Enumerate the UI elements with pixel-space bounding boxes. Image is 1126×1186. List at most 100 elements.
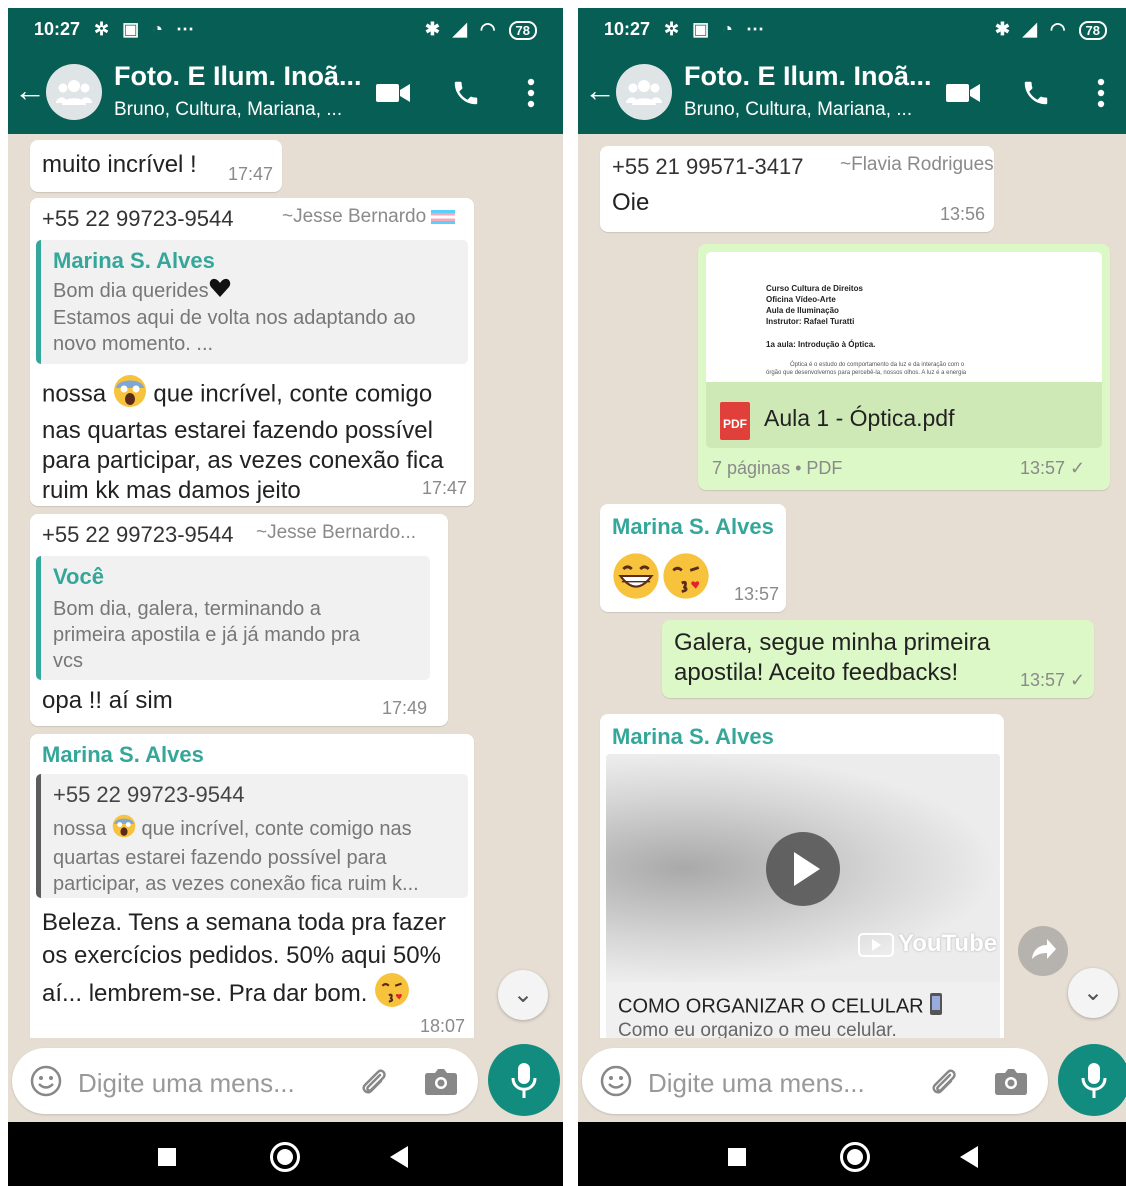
- message-list[interactable]: muito incrível ! 17:47 +55 22 99723-9544…: [8, 134, 563, 1038]
- pdf-preview-line: Aula de Iluminação: [766, 306, 839, 315]
- phone-icon[interactable]: [1021, 78, 1051, 113]
- message-line: apostila! Aceito feedbacks!: [674, 659, 959, 686]
- pdf-preview[interactable]: Curso Cultura de Direitos Oficina Vídeo-…: [706, 252, 1102, 382]
- message-bubble[interactable]: +55 22 99723-9544 ~Jesse Bernardo Marina…: [30, 198, 474, 506]
- home-icon[interactable]: [270, 1142, 300, 1172]
- message-text: Beleza. Tens a semana toda pra fazer os …: [42, 906, 446, 1017]
- message-bubble[interactable]: +55 21 99571-3417 ~Flavia Rodrigues Oie …: [600, 146, 994, 232]
- message-bubble-outgoing[interactable]: Curso Cultura de Direitos Oficina Vídeo-…: [698, 244, 1110, 490]
- pdf-meta: 7 páginas • PDF: [712, 458, 843, 478]
- youtube-logo-icon: [858, 932, 894, 957]
- quote-text: Bom dia querides Estamos aqui de volta n…: [53, 278, 415, 357]
- sender-phone: +55 22 99723-9544: [42, 206, 234, 231]
- android-nav-bar: [8, 1122, 563, 1186]
- pdf-preview-line: Curso Cultura de Direitos: [766, 284, 863, 293]
- chat-participants[interactable]: Bruno, Cultura, Mariana, ...: [684, 99, 912, 121]
- message-bubble[interactable]: Marina S. Alves 13:57: [600, 504, 786, 612]
- message-list[interactable]: +55 21 99571-3417 ~Flavia Rodrigues Oie …: [578, 134, 1126, 1038]
- back-arrow-icon[interactable]: ←: [14, 74, 46, 106]
- back-arrow-icon[interactable]: ←: [584, 74, 616, 106]
- message-bubble[interactable]: Marina S. Alves +55 22 99723-9544 nossa …: [30, 734, 474, 1038]
- chat-participants[interactable]: Bruno, Cultura, Mariana, ...: [114, 99, 342, 121]
- status-time: 10:27: [604, 19, 651, 39]
- composer: Digite uma mens...: [8, 1038, 563, 1122]
- camera-icon[interactable]: [424, 1066, 458, 1101]
- message-time: 18:07: [420, 1016, 466, 1036]
- emoji-icon[interactable]: [30, 1065, 62, 1102]
- message-author: Marina S. Alves: [612, 514, 774, 539]
- mic-icon[interactable]: [1058, 1044, 1126, 1116]
- attach-icon[interactable]: [356, 1065, 390, 1104]
- more-options-icon[interactable]: [526, 78, 536, 113]
- recent-apps-icon[interactable]: [158, 1148, 176, 1166]
- group-avatar-icon[interactable]: [616, 64, 672, 120]
- youtube-link-preview[interactable]: YouTube COMO ORGANIZAR O CELULAR Como eu…: [606, 754, 1000, 1038]
- message-time: 13:57: [734, 584, 780, 604]
- status-bar: 10:27 ✲ ▣ ◔ ⋯ ✱ ◢ ◠ 78: [578, 8, 1126, 52]
- group-avatar-icon[interactable]: [46, 64, 102, 120]
- mic-icon[interactable]: [488, 1044, 560, 1116]
- pdf-preview-line: Oficina Vídeo-Arte: [766, 295, 836, 304]
- pdf-attachment[interactable]: Curso Cultura de Direitos Oficina Vídeo-…: [706, 252, 1102, 448]
- black-heart-icon: [209, 278, 231, 305]
- quote-line: novo momento. ...: [53, 333, 214, 356]
- recent-apps-icon[interactable]: [728, 1148, 746, 1166]
- nav-back-icon[interactable]: [960, 1146, 978, 1168]
- pdf-preview-line: 1a aula: Introdução à Óptica.: [766, 340, 876, 349]
- message-bubble[interactable]: Marina S. Alves YouTube COMO ORGANIZAR O…: [600, 714, 1004, 1038]
- video-call-icon[interactable]: [376, 82, 410, 109]
- battery-icon: 78: [508, 21, 537, 40]
- message-time: 17:47: [422, 478, 468, 498]
- message-line: Beleza. Tens a semana toda pra fazer: [42, 909, 446, 936]
- pdf-preview-line: Instrutor: Rafael Turatti: [766, 317, 855, 326]
- message-input[interactable]: Digite uma mens...: [12, 1048, 478, 1114]
- sender-phone: +55 21 99571-3417: [612, 154, 804, 179]
- message-bubble[interactable]: +55 22 99723-9544 ~Jesse Bernardo... Voc…: [30, 514, 448, 726]
- sender-phone: +55 22 99723-9544: [42, 522, 234, 547]
- phone-icon[interactable]: [451, 78, 481, 113]
- pdf-filename[interactable]: Aula 1 - Óptica.pdf: [764, 405, 955, 432]
- quote-text: Bom dia, galera, terminando a primeira a…: [53, 596, 360, 674]
- attach-icon[interactable]: [926, 1065, 960, 1104]
- message-line: Galera, segue minha primeira: [674, 629, 991, 656]
- message-time: 13:57 ✓: [1020, 670, 1086, 690]
- scroll-down-icon[interactable]: ⌄: [498, 970, 548, 1020]
- message-input[interactable]: Digite uma mens...: [582, 1048, 1048, 1114]
- video-call-icon[interactable]: [946, 82, 980, 109]
- home-icon[interactable]: [840, 1142, 870, 1172]
- youtube-play-icon[interactable]: [766, 832, 840, 906]
- quote-line: quartas estarei fazendo possível para: [53, 847, 387, 869]
- sender-name-text: ~Jesse Bernardo: [282, 206, 427, 227]
- message-bubble[interactable]: muito incrível ! 17:47: [30, 140, 282, 192]
- nav-back-icon[interactable]: [390, 1146, 408, 1168]
- message-author: Marina S. Alves: [612, 724, 774, 749]
- chat-title[interactable]: Foto. E Ilum. Inoã...: [684, 61, 932, 92]
- message-line: nas quartas estarei fazendo possível: [42, 417, 433, 444]
- quote-line: participar, as vezes conexão fica ruim k…: [53, 873, 419, 895]
- quoted-message[interactable]: +55 22 99723-9544 nossa que incrível, co…: [36, 774, 468, 898]
- chat-title[interactable]: Foto. E Ilum. Inoã...: [114, 61, 362, 92]
- chat-screen-left: 10:27 ✲ ▣ ◔ ⋯ ✱ ◢ ◠ 78 ← Foto. E Ilum. I…: [8, 8, 563, 1186]
- quote-line: primeira apostila e já já mando pra: [53, 624, 360, 646]
- forward-icon[interactable]: [1018, 926, 1068, 976]
- quote-author: Marina S. Alves: [53, 248, 215, 273]
- sender-name: ~Jesse Bernardo: [282, 206, 456, 228]
- video-thumbnail[interactable]: YouTube: [606, 754, 1000, 982]
- trans-flag-icon: [431, 209, 456, 224]
- composer: Digite uma mens...: [578, 1038, 1126, 1122]
- system-icons: ✱ ◢ ◠ 78: [995, 19, 1107, 40]
- scroll-down-icon[interactable]: ⌄: [1068, 968, 1118, 1018]
- more-options-icon[interactable]: [1096, 78, 1106, 113]
- message-text: nossa que incrível, conte comigo nas qua…: [42, 374, 444, 506]
- video-title: COMO ORGANIZAR O CELULAR: [618, 992, 943, 1022]
- emoji-icon[interactable]: [600, 1065, 632, 1102]
- message-bubble-outgoing[interactable]: Galera, segue minha primeira apostila! A…: [662, 620, 1094, 698]
- mobile-phone-emoji: [929, 992, 943, 1022]
- message-line: aí... lembrem-se. Pra dar bom.: [42, 979, 368, 1007]
- quoted-message[interactable]: Você Bom dia, galera, terminando a prime…: [36, 556, 430, 680]
- message-time: 17:49: [382, 698, 428, 718]
- sender-name: ~Flavia Rodrigues: [840, 154, 994, 175]
- camera-icon[interactable]: [994, 1066, 1028, 1101]
- grinning-face-emoji: [612, 552, 660, 605]
- quoted-message[interactable]: Marina S. Alves Bom dia querides Estamos…: [36, 240, 468, 364]
